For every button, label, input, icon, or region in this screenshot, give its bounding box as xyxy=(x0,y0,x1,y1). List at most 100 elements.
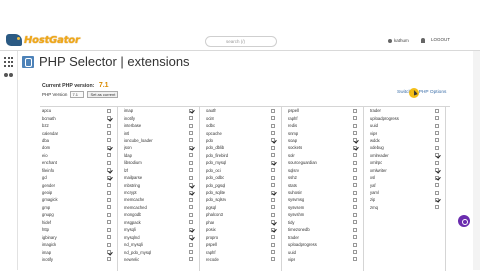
php-version-select[interactable]: 7.1 xyxy=(70,91,85,98)
extension-checkbox[interactable] xyxy=(189,183,193,188)
extension-checkbox[interactable] xyxy=(353,175,357,180)
extension-checkbox[interactable] xyxy=(107,242,111,247)
extension-checkbox[interactable] xyxy=(107,138,111,143)
hostgator-logo[interactable]: HostGator xyxy=(6,33,80,47)
extension-checkbox[interactable] xyxy=(353,131,357,136)
extension-checkbox[interactable] xyxy=(435,183,439,188)
extension-checkbox[interactable] xyxy=(189,116,193,121)
extension-checkbox[interactable] xyxy=(353,153,357,158)
extension-checkbox[interactable] xyxy=(271,212,275,217)
users-icon[interactable] xyxy=(4,73,15,80)
extension-checkbox[interactable] xyxy=(353,257,357,262)
extension-checkbox[interactable] xyxy=(189,235,193,240)
extension-checkbox[interactable] xyxy=(271,175,275,180)
extension-checkbox[interactable] xyxy=(271,116,275,121)
extension-checkbox[interactable] xyxy=(107,250,111,255)
extension-checkbox[interactable] xyxy=(353,220,357,225)
extension-checkbox[interactable] xyxy=(271,190,275,195)
extension-checkbox[interactable] xyxy=(271,168,275,173)
extension-checkbox[interactable] xyxy=(107,227,111,232)
extension-checkbox[interactable] xyxy=(353,227,357,232)
extension-checkbox[interactable] xyxy=(107,212,111,217)
extension-checkbox[interactable] xyxy=(353,197,357,202)
extension-checkbox[interactable] xyxy=(435,205,439,210)
extension-checkbox[interactable] xyxy=(271,138,275,143)
extension-checkbox[interactable] xyxy=(353,123,357,128)
extension-checkbox[interactable] xyxy=(435,145,439,150)
extension-checkbox[interactable] xyxy=(107,145,111,150)
extension-checkbox[interactable] xyxy=(271,145,275,150)
extension-checkbox[interactable] xyxy=(353,145,357,150)
extension-checkbox[interactable] xyxy=(435,108,439,113)
extension-checkbox[interactable] xyxy=(353,116,357,121)
extension-checkbox[interactable] xyxy=(353,205,357,210)
extension-checkbox[interactable] xyxy=(435,123,439,128)
extension-checkbox[interactable] xyxy=(107,183,111,188)
extension-checkbox[interactable] xyxy=(189,205,193,210)
extension-checkbox[interactable] xyxy=(107,168,111,173)
extension-checkbox[interactable] xyxy=(189,153,193,158)
extension-checkbox[interactable] xyxy=(353,242,357,247)
extension-checkbox[interactable] xyxy=(189,138,193,143)
extension-checkbox[interactable] xyxy=(271,220,275,225)
extension-checkbox[interactable] xyxy=(353,190,357,195)
extension-checkbox[interactable] xyxy=(271,123,275,128)
search-input[interactable]: search (/) xyxy=(205,36,277,47)
switch-to-php-options-link[interactable]: Switch To PHP Options xyxy=(397,90,446,95)
extension-checkbox[interactable] xyxy=(107,160,111,165)
extension-checkbox[interactable] xyxy=(107,123,111,128)
extension-checkbox[interactable] xyxy=(189,220,193,225)
extension-checkbox[interactable] xyxy=(107,131,111,136)
extension-checkbox[interactable] xyxy=(353,235,357,240)
extension-checkbox[interactable] xyxy=(353,160,357,165)
extension-checkbox[interactable] xyxy=(353,168,357,173)
scrollbar[interactable] xyxy=(473,51,480,270)
extension-checkbox[interactable] xyxy=(107,175,111,180)
extension-checkbox[interactable] xyxy=(435,153,439,158)
extension-checkbox[interactable] xyxy=(435,131,439,136)
extension-checkbox[interactable] xyxy=(271,183,275,188)
extension-checkbox[interactable] xyxy=(189,145,193,150)
logout-button[interactable]: LOGOUT xyxy=(431,37,450,42)
extension-checkbox[interactable] xyxy=(271,160,275,165)
bell-icon[interactable] xyxy=(421,38,425,43)
user-menu[interactable]: kathum xyxy=(388,38,409,43)
extension-checkbox[interactable] xyxy=(189,250,193,255)
extension-checkbox[interactable] xyxy=(189,131,193,136)
extension-checkbox[interactable] xyxy=(271,153,275,158)
extension-checkbox[interactable] xyxy=(189,190,193,195)
extension-checkbox[interactable] xyxy=(435,138,439,143)
extension-checkbox[interactable] xyxy=(189,123,193,128)
extension-checkbox[interactable] xyxy=(189,197,193,202)
chat-button[interactable] xyxy=(458,215,470,227)
extension-checkbox[interactable] xyxy=(107,153,111,158)
extension-checkbox[interactable] xyxy=(189,227,193,232)
extension-checkbox[interactable] xyxy=(107,220,111,225)
extension-checkbox[interactable] xyxy=(107,108,111,113)
extension-checkbox[interactable] xyxy=(189,168,193,173)
extension-checkbox[interactable] xyxy=(189,212,193,217)
extension-checkbox[interactable] xyxy=(107,197,111,202)
extension-checkbox[interactable] xyxy=(271,197,275,202)
extension-checkbox[interactable] xyxy=(189,257,193,262)
extension-checkbox[interactable] xyxy=(189,175,193,180)
extension-checkbox[interactable] xyxy=(435,116,439,121)
extension-checkbox[interactable] xyxy=(271,131,275,136)
set-as-current-button[interactable]: Set as current xyxy=(87,91,119,98)
extension-checkbox[interactable] xyxy=(271,227,275,232)
extension-checkbox[interactable] xyxy=(435,160,439,165)
extension-checkbox[interactable] xyxy=(107,116,111,121)
extension-checkbox[interactable] xyxy=(435,197,439,202)
extension-checkbox[interactable] xyxy=(435,175,439,180)
extension-checkbox[interactable] xyxy=(189,160,193,165)
extension-checkbox[interactable] xyxy=(189,108,193,113)
extension-checkbox[interactable] xyxy=(107,205,111,210)
extension-checkbox[interactable] xyxy=(353,250,357,255)
extension-checkbox[interactable] xyxy=(107,257,111,262)
extension-checkbox[interactable] xyxy=(271,235,275,240)
extension-checkbox[interactable] xyxy=(107,190,111,195)
extension-checkbox[interactable] xyxy=(353,183,357,188)
apps-grid-icon[interactable] xyxy=(4,57,14,67)
extension-checkbox[interactable] xyxy=(353,108,357,113)
extension-checkbox[interactable] xyxy=(271,257,275,262)
